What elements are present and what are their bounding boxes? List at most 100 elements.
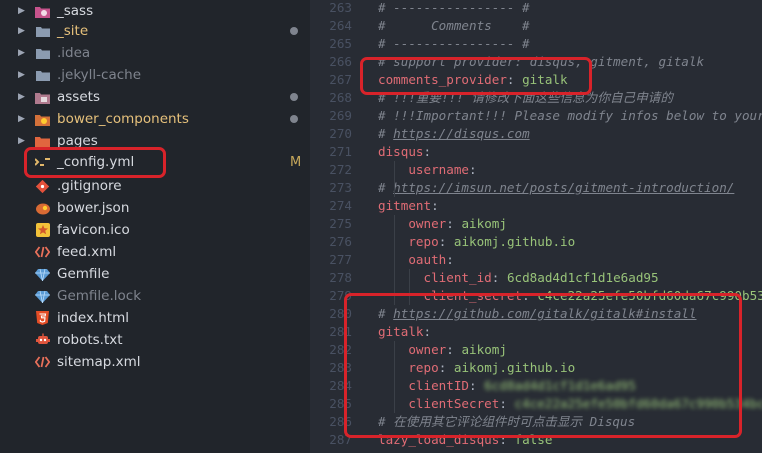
code-line[interactable]: 268 # !!!重要!!! 请修改下面这些信息为你自己申请的 (310, 89, 762, 107)
sass-folder-icon (35, 5, 50, 18)
code-line[interactable]: 265 # ---------------- # (310, 35, 762, 53)
yaml-key: owner (408, 342, 447, 357)
line-number: 277 (329, 252, 352, 267)
file-name: _site (57, 23, 89, 39)
comment-text: # Comments # (378, 18, 530, 33)
code-line[interactable]: 273 # https://imsun.net/posts/gitment-int… (310, 179, 762, 197)
code-line[interactable]: 284 clientID: 6cd8ad4d1cf1d1e6ad95 (310, 377, 762, 395)
explorer-folder[interactable]: ▶ .jekyll-cache (0, 64, 310, 86)
line-number: 281 (329, 324, 352, 339)
code-line[interactable]: 277 oauth: (310, 251, 762, 269)
chevron-right-icon[interactable]: ▶ (18, 26, 28, 36)
code-line[interactable]: 282 owner: aikomj (310, 341, 762, 359)
comment-text: # ---------------- # (378, 0, 530, 15)
yaml-key: repo (408, 234, 439, 249)
file-name: Gemfile.lock (57, 288, 142, 304)
chevron-right-icon[interactable]: ▶ (18, 92, 28, 102)
explorer-file[interactable]: Gemfile (0, 263, 310, 285)
comment-link[interactable]: https://disqus.com (393, 126, 529, 141)
explorer-file[interactable]: .gitignore (0, 175, 310, 197)
code-line[interactable]: 276 repo: aikomj.github.io (310, 233, 762, 251)
comment-link[interactable]: https://imsun.net/posts/gitment-introduc… (393, 180, 734, 195)
file-name: _config.yml (57, 154, 135, 170)
html5-icon (35, 311, 50, 325)
explorer-file[interactable]: Gemfile.lock (0, 285, 310, 307)
explorer-file[interactable]: robots.txt (0, 329, 310, 351)
code-line[interactable]: 266 # support provider: disqus, gitment, … (310, 53, 762, 71)
code-line[interactable]: 287 lazy_load_disqus: false (310, 431, 762, 449)
code-line[interactable]: 263 # ---------------- # (310, 0, 762, 17)
bower-icon (35, 202, 50, 215)
git-icon (35, 179, 50, 193)
code-line[interactable]: 283 repo: aikomj.github.io (310, 359, 762, 377)
comment-text: # https://github.com/gitalk/gitalk#insta… (378, 306, 697, 321)
code-line[interactable]: 272 username: (310, 161, 762, 179)
chevron-right-icon[interactable]: ▶ (18, 70, 28, 80)
git-status-dot (290, 93, 298, 101)
line-number: 271 (329, 144, 352, 159)
line-number: 266 (329, 54, 352, 69)
explorer-folder[interactable]: ▶ assets (0, 86, 310, 108)
yaml-entry: comments_provider: gitalk (378, 72, 568, 87)
comment-text: # !!!重要!!! 请修改下面这些信息为你自己申请的 (378, 90, 673, 105)
yaml-entry: lazy_load_disqus: false (378, 432, 553, 447)
explorer-file[interactable]: sitemap.xml (0, 351, 310, 373)
chevron-right-icon[interactable]: ▶ (18, 114, 28, 124)
line-number: 263 (329, 0, 352, 15)
explorer-folder[interactable]: ▶ pages (0, 130, 310, 152)
code-line[interactable]: 285 clientSecret: c4ce22a25efe50bfd60da6… (310, 395, 762, 413)
explorer-folder[interactable]: ▶ _sass (0, 0, 310, 22)
yaml-key: comments_provider (378, 72, 507, 87)
file-explorer: ▶ _sass ▶ _site ▶ .idea ▶ .jekyll-cache ▶ assets ▶… (0, 0, 310, 453)
code-line[interactable]: 269 # !!!Important!!! Please modify infos… (310, 107, 762, 125)
explorer-file[interactable]: index.html (0, 307, 310, 329)
code-line[interactable]: 274 gitment: (310, 197, 762, 215)
code-line[interactable]: 278 client_id: 6cd8ad4d1cf1d1e6ad95 (310, 269, 762, 287)
folder-icon (35, 25, 50, 38)
yaml-entry: gitment: (378, 198, 439, 213)
explorer-file[interactable]: bower.json (0, 197, 310, 219)
explorer-file[interactable]: _config.yml M (0, 151, 310, 173)
code-line[interactable]: 267 comments_provider: gitalk (310, 71, 762, 89)
yaml-entry: repo: aikomj.github.io (408, 360, 576, 375)
code-line[interactable]: 281 gitalk: (310, 323, 762, 341)
explorer-folder[interactable]: ▶ bower_components (0, 108, 310, 130)
yaml-value: c4ce22a25efe50bfd60da67c990b534b (537, 288, 762, 303)
explorer-file[interactable]: favicon.ico (0, 219, 310, 241)
yaml-icon (35, 156, 50, 169)
chevron-right-icon[interactable]: ▶ (18, 6, 28, 16)
code-line[interactable]: 270 # https://disqus.com (310, 125, 762, 143)
robot-icon (35, 333, 50, 347)
comment-text: # !!!Important!!! Please modify infos be… (378, 108, 762, 123)
comment-link[interactable]: https://github.com/gitalk/gitalk#install (393, 306, 696, 321)
code-editor[interactable]: 263 # ---------------- #264 # Comments #26… (310, 0, 762, 453)
code-line[interactable]: 286 # 在使用其它评论组件时可点击显示 Disqus (310, 413, 762, 431)
line-number: 276 (329, 234, 352, 249)
indent-guide (394, 341, 395, 413)
yaml-entry: username: (408, 162, 477, 177)
line-number: 273 (329, 180, 352, 195)
code-line[interactable]: 279 client_secret: c4ce22a25efe50bfd60da… (310, 287, 762, 305)
line-number: 267 (329, 72, 352, 87)
explorer-folder[interactable]: ▶ .idea (0, 42, 310, 64)
assets-folder-icon (35, 91, 50, 104)
chevron-right-icon[interactable]: ▶ (18, 48, 28, 58)
yaml-entry: owner: aikomj (408, 216, 507, 231)
code-line[interactable]: 275 owner: aikomj (310, 215, 762, 233)
explorer-folder[interactable]: ▶ _site (0, 20, 310, 42)
line-number: 282 (329, 342, 352, 357)
yaml-value: aikomj.github.io (453, 360, 576, 375)
line-number: 278 (329, 270, 352, 285)
code-line[interactable]: 280 # https://github.com/gitalk/gitalk#in… (310, 305, 762, 323)
yaml-entry: client_secret: c4ce22a25efe50bfd60da67c9… (378, 287, 762, 305)
yaml-entry: owner: aikomj (408, 342, 507, 357)
explorer-file[interactable]: feed.xml (0, 241, 310, 263)
file-name: Gemfile (57, 266, 110, 282)
code-line[interactable]: 264 # Comments # (310, 17, 762, 35)
comment-text: # support provider: disqus, gitment, git… (378, 54, 705, 69)
code-line[interactable]: 271 disqus: (310, 143, 762, 161)
folder-icon (35, 47, 50, 60)
yaml-value: false (514, 432, 553, 447)
chevron-right-icon[interactable]: ▶ (18, 136, 28, 146)
file-name: .gitignore (57, 178, 122, 194)
